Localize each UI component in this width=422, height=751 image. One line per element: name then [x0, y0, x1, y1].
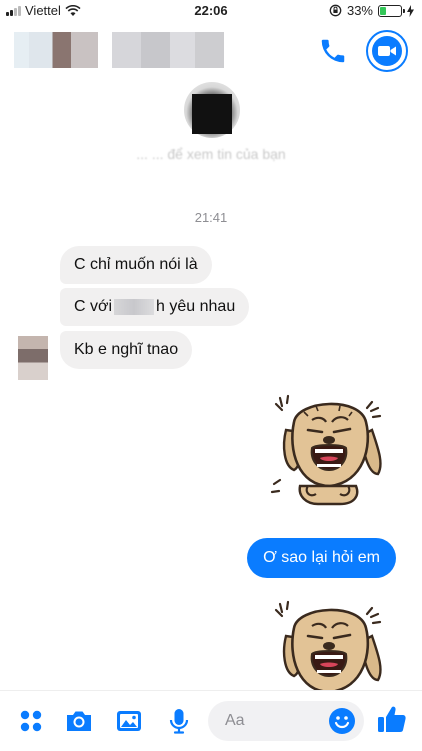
outgoing-message[interactable]: Ơ sao lại hỏi em [247, 538, 396, 578]
profile-picture[interactable] [184, 82, 240, 138]
call-button[interactable] [318, 36, 348, 66]
sender-avatar[interactable] [18, 336, 48, 380]
sticker-crying-dog[interactable] [268, 592, 390, 692]
message-composer: Aa [0, 690, 422, 751]
incoming-message[interactable]: C với h yêu nhau [60, 288, 250, 326]
apps-button[interactable] [16, 706, 46, 736]
charging-icon [407, 4, 414, 17]
apps-icon [20, 710, 42, 732]
chat-header [0, 22, 422, 80]
microphone-button[interactable] [164, 706, 194, 736]
redacted-name [114, 298, 155, 315]
like-button[interactable] [376, 703, 406, 733]
contact-name-redacted[interactable] [112, 32, 224, 68]
orientation-lock-icon [329, 4, 342, 17]
crying-dog-sticker-icon [274, 600, 382, 692]
camera-button[interactable] [64, 706, 94, 736]
message-text: Kb e nghĩ tnao [74, 341, 179, 358]
battery-icon [378, 4, 405, 17]
incoming-message[interactable]: Kb e nghĩ tnao [60, 331, 193, 369]
crying-dog-sticker-icon [270, 394, 382, 506]
microphone-icon [169, 709, 189, 734]
battery-percent: 33% [346, 3, 373, 18]
message-input[interactable]: Aa [208, 701, 364, 741]
phone-icon [321, 39, 345, 63]
camera-icon [67, 711, 91, 731]
contact-avatar[interactable] [14, 32, 98, 68]
incoming-message[interactable]: C chỉ muốn nói là [60, 246, 212, 284]
photo-button[interactable] [114, 706, 144, 736]
message-timestamp: 21:41 [194, 210, 228, 225]
status-right: 33% [329, 3, 414, 18]
message-input-placeholder: Aa [225, 712, 245, 729]
status-bar: Viettel 22:06 33% [0, 0, 422, 22]
profile-subtitle: ... ... để xem tin của bạn [136, 146, 286, 162]
message-text-part: h yêu nhau [156, 298, 236, 315]
sticker-crying-dog[interactable] [268, 386, 390, 508]
video-camera-icon [378, 46, 396, 56]
message-text: Ơ sao lại hỏi em [263, 549, 380, 566]
thumbs-up-icon [378, 706, 406, 732]
photo-icon [117, 711, 141, 731]
video-call-button[interactable] [366, 30, 408, 72]
emoji-icon[interactable] [328, 707, 356, 735]
message-text-part: C với [74, 298, 113, 315]
message-text: C chỉ muốn nói là [74, 256, 198, 273]
